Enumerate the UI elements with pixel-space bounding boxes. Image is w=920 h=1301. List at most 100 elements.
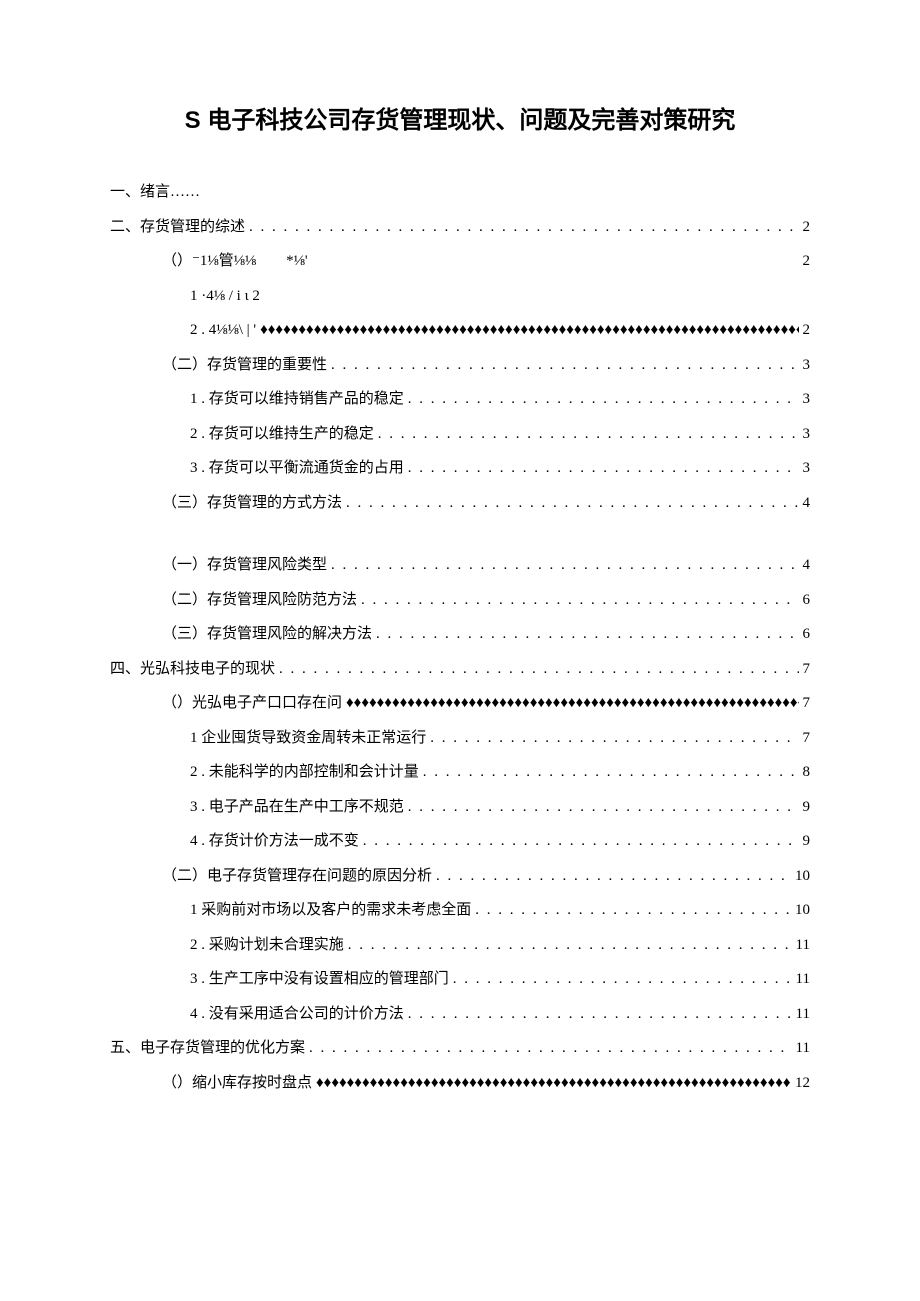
toc-leader: . . . . . . . . . . . . . . . . . . . . …	[309, 1031, 792, 1066]
document-page: S 电子科技公司存货管理现状、问题及完善对策研究 一、绪言…….二、存货管理的综…	[0, 0, 920, 1301]
toc-label: 1 采购前对市场以及客户的需求未考虑全面	[190, 893, 471, 928]
toc-entry: （三）存货管理风险的解决方法 . . . . . . . . . . . . .…	[110, 617, 810, 652]
toc-entry: 五、电子存货管理的优化方案 . . . . . . . . . . . . . …	[110, 1031, 810, 1066]
toc-leader: . . . . . . . . . . . . . . . . . . . . …	[475, 893, 791, 928]
toc-entry: （三）存货管理的方式方法 . . . . . . . . . . . . . .…	[110, 486, 810, 521]
toc-label: 二、存货管理的综述	[110, 210, 245, 245]
toc-entry: 3 . 生产工序中没有设置相应的管理部门 . . . . . . . . . .…	[110, 962, 810, 997]
toc-page-number: 9	[803, 824, 811, 859]
toc-label: （二）存货管理的重要性	[162, 348, 327, 383]
toc-label: 1 企业囤货导致资金周转未正常运行	[190, 721, 426, 756]
toc-leader: . . . . . . . . . . . . . . . . . . . . …	[331, 348, 798, 383]
toc-page-number: 10	[795, 859, 810, 894]
toc-label: 四、光弘科技电子的现状	[110, 652, 275, 687]
toc-page-number: 11	[796, 962, 810, 997]
toc-entry: 1 采购前对市场以及客户的需求未考虑全面 . . . . . . . . . .…	[110, 893, 810, 928]
toc-entry: 四、光弘科技电子的现状 . . . . . . . . . . . . . . …	[110, 652, 810, 687]
toc-leader: . . . . . . . . . . . . . . . . . . . . …	[378, 417, 799, 452]
toc-leader: . . . . . . . . . . . . . . . . . . . . …	[423, 755, 799, 790]
toc-entry: （二）电子存货管理存在问题的原因分析 . . . . . . . . . . .…	[110, 859, 810, 894]
toc-label: （三）存货管理的方式方法	[162, 486, 342, 521]
toc-page-number: 2	[803, 313, 811, 348]
toc-entry: （一）存货管理风险类型 . . . . . . . . . . . . . . …	[110, 548, 810, 583]
toc-entry: 4 . 没有采用适合公司的计价方法 . . . . . . . . . . . …	[110, 997, 810, 1032]
toc-entry: 4 . 存货计价方法一成不变 . . . . . . . . . . . . .…	[110, 824, 810, 859]
toc-entry: 二、存货管理的综述 . . . . . . . . . . . . . . . …	[110, 210, 810, 245]
toc-page-number: 12	[795, 1066, 810, 1101]
toc-label: 2 . 采购计划未合理实施	[190, 928, 344, 963]
toc-page-number: 9	[803, 790, 811, 825]
toc-leader: . . . . . . . . . . . . . . . . . . . . …	[436, 859, 791, 894]
toc-entry: 2 . 采购计划未合理实施 . . . . . . . . . . . . . …	[110, 928, 810, 963]
toc-label: 一、绪言……	[110, 175, 200, 210]
toc-leader: . . . . . . . . . . . . . . . . . . . . …	[348, 928, 792, 963]
toc-leader: ♦♦♦♦♦♦♦♦♦♦♦♦♦♦♦♦♦♦♦♦♦♦♦♦♦♦♦♦♦♦♦♦♦♦♦♦♦♦♦♦…	[260, 313, 798, 348]
toc-entry: （二）存货管理风险防范方法 . . . . . . . . . . . . . …	[110, 583, 810, 618]
toc-label: （三）存货管理风险的解决方法	[162, 617, 372, 652]
toc-label: （）缩小库存按时盘点	[162, 1066, 312, 1101]
toc-label: 1 . 存货可以维持销售产品的稳定	[190, 382, 404, 417]
toc-entry: 1 . 存货可以维持销售产品的稳定 . . . . . . . . . . . …	[110, 382, 810, 417]
toc-label: 3 . 存货可以平衡流通货金的占用	[190, 451, 404, 486]
toc-label: 2 . 未能科学的内部控制和会计计量	[190, 755, 419, 790]
toc-label: 五、电子存货管理的优化方案	[110, 1031, 305, 1066]
toc-leader: . . . . . . . . . . . . . . . . . . . . …	[279, 652, 798, 687]
toc-leader: . . . . . . . . . . . . . . . . . . . . …	[408, 997, 792, 1032]
toc-label: 2 . 存货可以维持生产的稳定	[190, 417, 374, 452]
toc-label: 3 . 生产工序中没有设置相应的管理部门	[190, 962, 449, 997]
toc-leader: ♦♦♦♦♦♦♦♦♦♦♦♦♦♦♦♦♦♦♦♦♦♦♦♦♦♦♦♦♦♦♦♦♦♦♦♦♦♦♦♦…	[346, 686, 798, 721]
toc-entry: 2 . 存货可以维持生产的稳定 . . . . . . . . . . . . …	[110, 417, 810, 452]
toc-label: （一）存货管理风险类型	[162, 548, 327, 583]
toc-page-number: 2	[803, 210, 811, 245]
toc-entry: 1 企业囤货导致资金周转未正常运行 . . . . . . . . . . . …	[110, 721, 810, 756]
toc-leader: . . . . . . . . . . . . . . . . . . . . …	[249, 210, 798, 245]
toc-leader: . . . . . . . . . . . . . . . . . . . . …	[363, 824, 799, 859]
toc-page-number: 7	[803, 721, 811, 756]
toc-page-number: 4	[803, 486, 811, 521]
toc-leader: . . . . . . . . . . . . . . . . . . . . …	[430, 721, 798, 756]
toc-leader: . . . . . . . . . . . . . . . . . . . . …	[453, 962, 792, 997]
table-of-contents: 一、绪言…….二、存货管理的综述 . . . . . . . . . . . .…	[110, 175, 810, 1100]
toc-label: （二）电子存货管理存在问题的原因分析	[162, 859, 432, 894]
toc-label: 4 . 存货计价方法一成不变	[190, 824, 359, 859]
toc-page-number: 7	[803, 686, 811, 721]
toc-label: 4 . 没有采用适合公司的计价方法	[190, 997, 404, 1032]
toc-page-number: 3	[803, 382, 811, 417]
toc-leader: . . . . . . . . . . . . . . . . . . . . …	[331, 548, 798, 583]
toc-entry: （）光弘电子产口口存在问♦♦♦♦♦♦♦♦♦♦♦♦♦♦♦♦♦♦♦♦♦♦♦♦♦♦♦♦…	[110, 686, 810, 721]
toc-page-number: 11	[796, 997, 810, 1032]
toc-leader: . . . . . . . . . . . . . . . . . . . . …	[408, 451, 799, 486]
toc-page-number: 4	[803, 548, 811, 583]
toc-entry: （二）存货管理的重要性 . . . . . . . . . . . . . . …	[110, 348, 810, 383]
toc-page-number: 6	[803, 617, 811, 652]
toc-label: 3 . 电子产品在生产中工序不规范	[190, 790, 404, 825]
toc-leader: . . . . . . . . . . . . . . . . . . . . …	[376, 617, 798, 652]
toc-page-number: 3	[803, 417, 811, 452]
toc-entry: 3 . 存货可以平衡流通货金的占用 . . . . . . . . . . . …	[110, 451, 810, 486]
toc-page-number: 7	[803, 652, 811, 687]
toc-label: （）光弘电子产口口存在问	[162, 686, 342, 721]
toc-page-number: 10	[795, 893, 810, 928]
toc-page-number: 11	[796, 928, 810, 963]
toc-gap	[110, 520, 810, 548]
toc-entry: （）⁻1⅛管⅛⅛ *⅛' 2	[110, 244, 810, 279]
toc-page-number: 6	[803, 583, 811, 618]
toc-label: （二）存货管理风险防范方法	[162, 583, 357, 618]
toc-page-number: 3	[803, 451, 811, 486]
toc-leader: . . . . . . . . . . . . . . . . . . . . …	[408, 382, 799, 417]
toc-leader: . . . . . . . . . . . . . . . . . . . . …	[346, 486, 798, 521]
toc-entry: 一、绪言…….	[110, 175, 810, 210]
toc-label: （）⁻1⅛管⅛⅛ *⅛'	[162, 244, 308, 279]
toc-leader: . . . . . . . . . . . . . . . . . . . . …	[408, 790, 799, 825]
toc-entry: 2 . 未能科学的内部控制和会计计量 . . . . . . . . . . .…	[110, 755, 810, 790]
toc-entry: 3 . 电子产品在生产中工序不规范 . . . . . . . . . . . …	[110, 790, 810, 825]
document-title: S 电子科技公司存货管理现状、问题及完善对策研究	[110, 100, 810, 135]
toc-entry: 2 . 4⅛⅛\ | '♦♦♦♦♦♦♦♦♦♦♦♦♦♦♦♦♦♦♦♦♦♦♦♦♦♦♦♦…	[110, 313, 810, 348]
toc-entry: 1 ·4⅛ / i ι 2.	[110, 279, 810, 314]
toc-page-number: 2	[803, 244, 811, 279]
toc-page-number: 3	[803, 348, 811, 383]
toc-page-number: 8	[803, 755, 811, 790]
toc-label: 2 . 4⅛⅛\ | '	[190, 313, 256, 348]
toc-label: 1 ·4⅛ / i ι 2	[190, 279, 260, 314]
toc-leader: . . . . . . . . . . . . . . . . . . . . …	[361, 583, 798, 618]
